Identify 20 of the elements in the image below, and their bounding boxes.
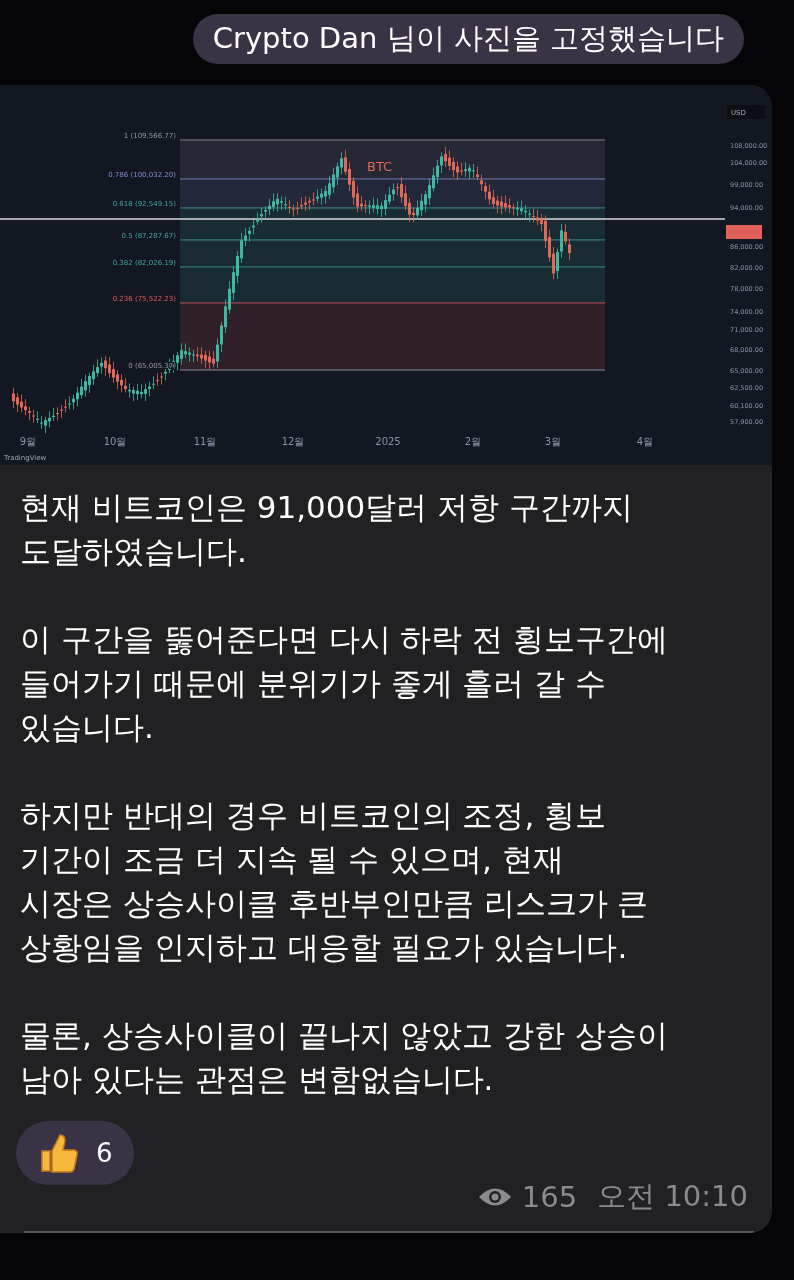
time-axis-label: 11월 [193, 436, 217, 447]
time-axis-label: 3월 [544, 436, 562, 447]
message-paragraph: 현재 비트코인은 91,000달러 저항 구간까지 도달하였습니다. [20, 488, 634, 571]
symbol-label: BTC [367, 159, 393, 174]
time-axis-label: 12월 [281, 436, 305, 447]
message-paragraph: 이 구간을 뚫어준다면 다시 하락 전 횡보구간에 들어가기 때문에 분위기가 좋게 흘러 갈 수 있습니다. [20, 620, 670, 747]
message-time: 오전 10:10 [597, 1178, 748, 1215]
eye-icon [477, 1186, 512, 1208]
reaction-count: 6 [96, 1138, 113, 1168]
time-axis-label: 4월 [636, 436, 654, 447]
message-paragraph: 물론, 상승사이클이 끝나지 않았고 강한 상승이 남아 있다는 관점은 변함없습니다. [20, 1016, 670, 1099]
message-paragraph: 하지만 반대의 경우 비트코인의 조정, 횡보 기간이 조금 더 지속 될 수 있으며, 현재 시장은 상승사이클 후반부인만큼 리스크가 큰 상황임을 인지하고 대응할 필요가 있습니다. [20, 796, 650, 967]
time-axis-label: 10월 [103, 436, 127, 447]
time-axis-label: 2월 [464, 436, 482, 447]
price-marker [726, 225, 762, 239]
reaction-button[interactable]: 6 [16, 1121, 134, 1185]
time-axis-label: 9월 [19, 436, 37, 447]
time-axis-label: 2025 [375, 436, 401, 447]
pinned-notice: Crypto Dan 님이 사진을 고정했습니다 [192, 14, 744, 64]
view-count: 165 [521, 1180, 578, 1214]
